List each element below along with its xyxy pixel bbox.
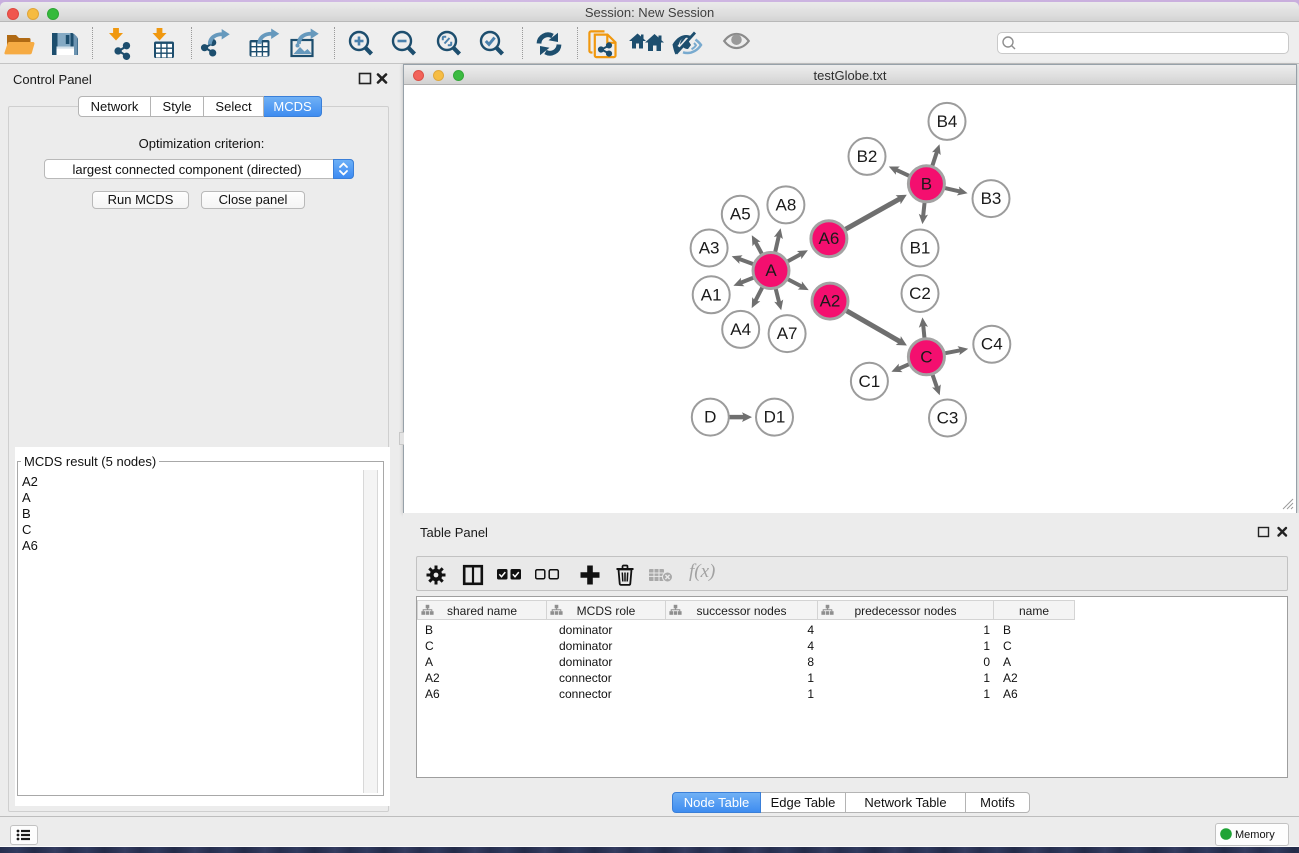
- svg-text:A1: A1: [701, 285, 722, 304]
- svg-text:B: B: [921, 174, 932, 193]
- svg-text:A: A: [765, 261, 777, 280]
- svg-text:A7: A7: [777, 324, 798, 343]
- svg-text:B3: B3: [981, 189, 1002, 208]
- svg-text:A5: A5: [730, 205, 751, 224]
- svg-text:C4: C4: [981, 335, 1003, 354]
- svg-text:B4: B4: [937, 112, 958, 131]
- svg-text:C3: C3: [937, 409, 959, 428]
- svg-text:D1: D1: [764, 408, 786, 427]
- svg-text:C: C: [920, 347, 932, 366]
- svg-text:C2: C2: [909, 284, 931, 303]
- svg-text:A8: A8: [776, 195, 797, 214]
- svg-text:A6: A6: [819, 229, 840, 248]
- svg-text:C1: C1: [859, 372, 881, 391]
- svg-text:A3: A3: [699, 239, 720, 258]
- svg-text:B1: B1: [910, 239, 931, 258]
- svg-text:B2: B2: [857, 147, 878, 166]
- svg-text:A4: A4: [730, 320, 751, 339]
- svg-text:Memory: Memory: [1235, 829, 1275, 841]
- svg-text:A2: A2: [820, 292, 841, 311]
- svg-text:D: D: [704, 408, 716, 427]
